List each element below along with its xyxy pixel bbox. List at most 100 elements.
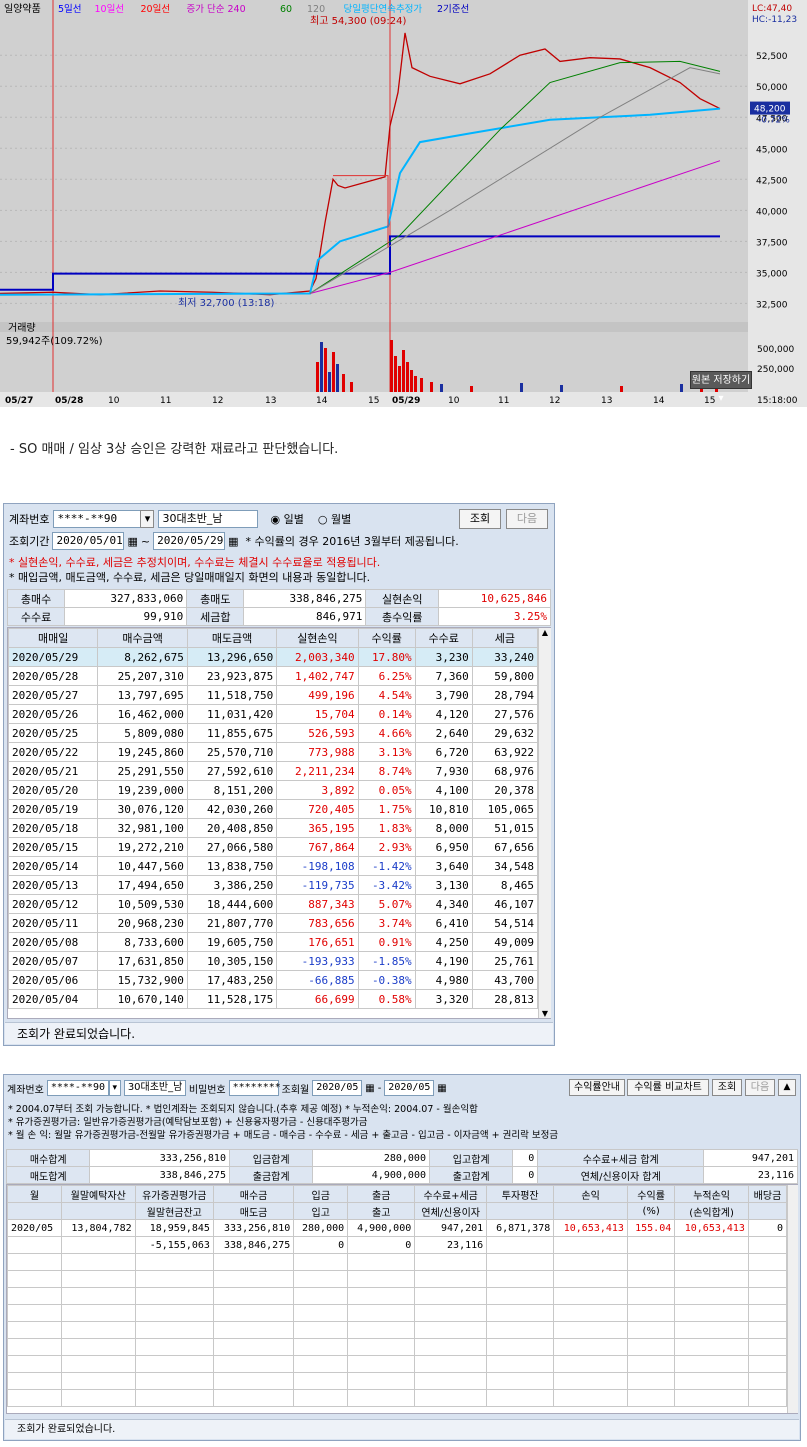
table-cell: 67,656 xyxy=(471,837,539,857)
table-cell: 51,015 xyxy=(471,818,539,838)
table-row[interactable]: 2020/05/06 15,732,900 17,483,250 -66,885 -0.… xyxy=(7,970,539,990)
time-tick-label: 14 xyxy=(316,396,328,406)
table-cell: 2020/05/13 xyxy=(7,875,99,895)
empty-cell xyxy=(347,1321,416,1339)
column-header[interactable]: 매수금 xyxy=(212,1185,295,1203)
high-label: 최고 54,300 (09:24) xyxy=(310,15,406,27)
column-header[interactable]: 출금 xyxy=(347,1185,416,1203)
table-row[interactable]: 2020/05 13,804,782 18,959,845 333,256,810 28… xyxy=(7,1219,788,1237)
column-header[interactable]: 매수금액 xyxy=(97,628,188,648)
calendar-icon[interactable]: ▦ xyxy=(228,535,238,548)
table-cell: 17.80% xyxy=(357,647,416,667)
collapse-icon[interactable]: ▲ xyxy=(778,1079,796,1096)
vertical-scrollbar[interactable]: ▲ ▼ xyxy=(538,628,551,1018)
column-header[interactable]: 누적손익 xyxy=(674,1185,749,1203)
time-tick-label: 12 xyxy=(549,396,560,406)
table-row[interactable]: 2020/05/27 13,797,695 11,518,750 499,196 4.5… xyxy=(7,685,539,705)
empty-row xyxy=(7,1321,788,1339)
table-cell: 2020/05/07 xyxy=(7,951,99,971)
table-row[interactable]: 2020/05/13 17,494,650 3,386,250 -119,735 -3.… xyxy=(7,875,539,895)
table-row[interactable]: 2020/05/26 16,462,000 11,031,420 15,704 0.14… xyxy=(7,704,539,724)
date-from-input[interactable]: 2020/05/01 xyxy=(52,532,125,550)
query-button[interactable]: 조회 xyxy=(459,509,501,529)
column-header[interactable]: 배당금 xyxy=(747,1185,788,1203)
password-input[interactable]: ******** xyxy=(228,1080,281,1096)
return-guide-button[interactable]: 수익률안내 xyxy=(569,1079,625,1096)
table-cell: 0.05% xyxy=(357,780,416,800)
empty-cell xyxy=(674,1321,749,1339)
scroll-up-icon[interactable]: ▲ xyxy=(539,628,551,637)
table-cell: 8.74% xyxy=(357,761,416,781)
table-row[interactable]: 2020/05/14 10,447,560 13,838,750 -198,108 -1… xyxy=(7,856,539,876)
table-row[interactable]: 2020/05/04 10,670,140 11,528,175 66,699 0.58… xyxy=(7,989,539,1009)
column-header[interactable]: 실현손익 xyxy=(276,628,359,648)
column-header: 출고 xyxy=(347,1202,416,1220)
stock-chart[interactable]: 52,500 50,000 47,500 45,000 42,500 40,000 37,5… xyxy=(0,0,807,407)
summary-label: 실현손익 xyxy=(365,589,439,608)
scroll-down-icon[interactable]: ▼ xyxy=(539,1009,551,1018)
table-cell: 13,797,695 xyxy=(97,685,188,705)
next-button[interactable]: 다음 xyxy=(745,1079,775,1096)
column-header[interactable]: 손익 xyxy=(553,1185,628,1203)
table-cell: 2,003,340 xyxy=(276,647,359,667)
table-row[interactable]: 2020/05/15 19,272,210 27,066,580 767,864 2.9… xyxy=(7,837,539,857)
column-header[interactable]: 수익률 xyxy=(626,1185,676,1203)
calendar-icon[interactable]: ▦ xyxy=(127,535,137,548)
table-cell: -5,155,063 xyxy=(134,1236,214,1254)
table-row[interactable]: 2020/05/20 19,239,000 8,151,200 3,892 0.05% 4… xyxy=(7,780,539,800)
table-row[interactable]: 2020/05/11 20,968,230 21,807,770 783,656 3.7… xyxy=(7,913,539,933)
column-header[interactable]: 유가증권평가금 xyxy=(134,1185,214,1203)
table-row[interactable]: -5,155,063 338,846,275 0 0 23,116 xyxy=(7,1236,788,1254)
time-tick-label: 05/28 xyxy=(55,396,83,406)
column-header[interactable]: 수익률 xyxy=(357,628,416,648)
table-row[interactable]: 2020/05/19 30,076,120 42,030,260 720,405 1.7… xyxy=(7,799,539,819)
calendar-icon[interactable]: ▦ xyxy=(437,1083,446,1094)
chevron-down-icon[interactable]: ▾ xyxy=(140,510,155,528)
table-cell: 10,810 xyxy=(414,799,473,819)
table-row[interactable]: 2020/05/18 32,981,100 20,408,850 365,195 1.8… xyxy=(7,818,539,838)
compare-chart-button[interactable]: 수익률 비교차트 xyxy=(627,1079,709,1096)
column-header[interactable]: 월 xyxy=(7,1185,62,1203)
table-cell: 947,201 xyxy=(414,1219,488,1237)
table-row[interactable]: 2020/05/25 5,809,080 11,855,675 526,593 4.66… xyxy=(7,723,539,743)
price-tick-label: 50,000 xyxy=(756,83,788,93)
table-row[interactable]: 2020/05/29 8,262,675 13,296,650 2,003,340 17… xyxy=(7,647,539,667)
column-header[interactable]: 수수료+세금 xyxy=(414,1185,488,1203)
next-button[interactable]: 다음 xyxy=(506,509,548,529)
account-select[interactable]: ****-**90 xyxy=(46,1080,109,1096)
date-to-input[interactable]: 2020/05/29 xyxy=(153,532,226,550)
empty-cell xyxy=(293,1338,349,1356)
column-header[interactable]: 수수료 xyxy=(414,628,473,648)
column-header[interactable]: 월말예탁자산 xyxy=(60,1185,136,1203)
chevron-down-icon[interactable]: ▾ xyxy=(108,1080,121,1096)
month-label: 조회월 xyxy=(281,1084,310,1096)
vertical-scrollbar[interactable] xyxy=(787,1185,798,1413)
table-row[interactable]: 2020/05/08 8,733,600 19,605,750 176,651 0.91… xyxy=(7,932,539,952)
column-header[interactable]: 세금 xyxy=(471,628,539,648)
table-row[interactable]: 2020/05/12 10,509,530 18,444,600 887,343 5.0… xyxy=(7,894,539,914)
table-row[interactable]: 2020/05/22 19,245,860 25,570,710 773,988 3.1… xyxy=(7,742,539,762)
table-cell: 7,360 xyxy=(414,666,473,686)
empty-cell xyxy=(134,1389,214,1407)
query-button[interactable]: 조회 xyxy=(712,1079,742,1096)
table-row[interactable]: 2020/05/07 17,631,850 10,305,150 -193,933 -1… xyxy=(7,951,539,971)
empty-cell xyxy=(626,1304,676,1322)
column-header[interactable]: 투자평잔 xyxy=(486,1185,555,1203)
table-cell: 4,250 xyxy=(414,932,473,952)
table-row[interactable]: 2020/05/21 25,291,550 27,592,610 2,211,234 8… xyxy=(7,761,539,781)
calendar-icon[interactable]: ▦ xyxy=(365,1083,374,1094)
lc-label: LC:47,40 xyxy=(752,4,792,14)
column-header[interactable]: 매도금액 xyxy=(186,628,278,648)
column-header[interactable]: 매매일 xyxy=(7,628,99,648)
radio-monthly[interactable]: ○ 월별 xyxy=(318,511,351,527)
empty-cell xyxy=(7,1287,62,1305)
month-from-input[interactable]: 2020/05 xyxy=(312,1080,363,1096)
save-original-button[interactable]: 원본 저장하기 ▾ xyxy=(690,371,752,404)
table-row[interactable]: 2020/05/28 25,207,310 23,923,875 1,402,747 6… xyxy=(7,666,539,686)
radio-daily[interactable]: ◉ 일별 xyxy=(270,511,303,527)
table-cell: 11,528,175 xyxy=(186,989,278,1009)
ma-legend-item: 증가 단순 240 xyxy=(187,4,246,15)
account-select[interactable]: ****-**90 xyxy=(53,510,142,528)
column-header[interactable]: 입금 xyxy=(293,1185,349,1203)
month-to-input[interactable]: 2020/05 xyxy=(384,1080,435,1096)
